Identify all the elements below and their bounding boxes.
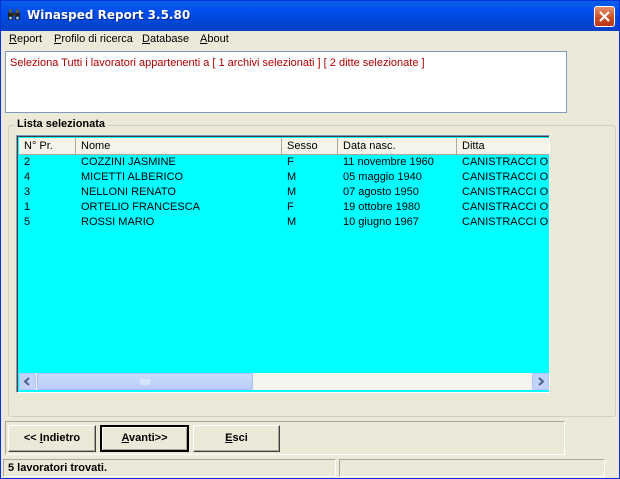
- menu-bar: Report Profilo di ricerca Database About: [1, 31, 619, 49]
- column-header-sesso[interactable]: Sesso: [282, 138, 338, 155]
- list-header: N° Pr. Nome Sesso Data nasc. Ditta: [19, 138, 549, 155]
- column-header-nome[interactable]: Nome: [76, 138, 282, 155]
- table-row[interactable]: 5 ROSSI MARIO M 10 giugno 1967 CANISTRAC…: [19, 215, 549, 230]
- app-window: Winasped Report 3.5.80 Report Profilo di…: [0, 0, 620, 479]
- window-title: Winasped Report 3.5.80: [27, 8, 191, 22]
- table-row[interactable]: 2 COZZINI JASMINE F 11 novembre 1960 CAN…: [19, 155, 549, 170]
- workers-list[interactable]: N° Pr. Nome Sesso Data nasc. Ditta 2 COZ…: [16, 135, 550, 393]
- close-button[interactable]: [594, 6, 615, 27]
- status-text: 5 lavoratori trovati.: [8, 462, 108, 474]
- menu-about[interactable]: About: [200, 33, 229, 45]
- arrow-left-icon: [23, 377, 30, 386]
- status-bar: 5 lavoratori trovati.: [1, 458, 619, 478]
- scroll-thumb[interactable]: [37, 373, 253, 390]
- back-button[interactable]: << Indietro: [8, 425, 96, 452]
- selection-message-box[interactable]: Seleziona Tutti i lavoratori appartenent…: [5, 51, 567, 113]
- exit-button[interactable]: Esci: [193, 425, 280, 452]
- table-row[interactable]: 1 ORTELIO FRANCESCA F 19 ottobre 1980 CA…: [19, 200, 549, 215]
- status-pane-secondary: [339, 459, 605, 477]
- menu-database[interactable]: Database: [142, 33, 189, 45]
- selection-message: Seleziona Tutti i lavoratori appartenent…: [10, 57, 425, 69]
- next-button[interactable]: Avanti>>: [100, 425, 189, 452]
- status-pane-main: 5 lavoratori trovati.: [3, 459, 336, 477]
- column-header-numero[interactable]: N° Pr.: [19, 138, 76, 155]
- menu-profilo-di-ricerca[interactable]: Profilo di ricerca: [54, 33, 133, 45]
- close-icon: [599, 11, 610, 22]
- scroll-left-button[interactable]: [19, 373, 36, 390]
- table-row[interactable]: 4 MICETTI ALBERICO M 05 maggio 1940 CANI…: [19, 170, 549, 185]
- grip-icon: [140, 379, 150, 385]
- horizontal-scrollbar[interactable]: [19, 373, 549, 390]
- table-row[interactable]: 3 NELLONI RENATO M 07 agosto 1950 CANIST…: [19, 185, 549, 200]
- binoculars-icon: [7, 9, 21, 21]
- column-header-data-nasc[interactable]: Data nasc.: [338, 138, 457, 155]
- group-label: Lista selezionata: [15, 118, 108, 130]
- menu-report[interactable]: Report: [9, 33, 42, 45]
- arrow-right-icon: [538, 377, 545, 386]
- scroll-right-button[interactable]: [532, 373, 549, 390]
- title-bar[interactable]: Winasped Report 3.5.80: [1, 1, 619, 31]
- column-header-ditta[interactable]: Ditta: [457, 138, 549, 155]
